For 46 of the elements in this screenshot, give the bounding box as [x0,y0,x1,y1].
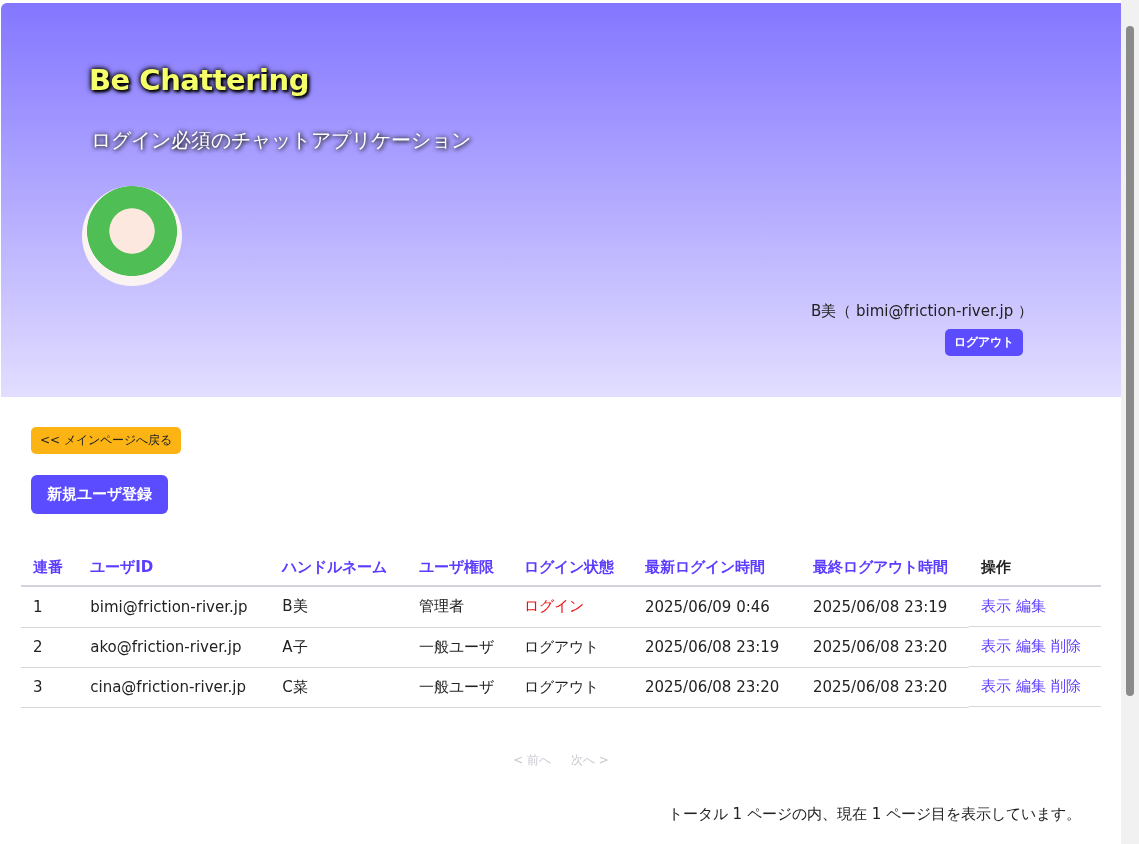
action-link[interactable]: 編集 [1016,677,1047,696]
app-title: Be Chattering [89,63,309,97]
sort-column-header[interactable]: ユーザ権限 [407,550,513,586]
table-cell: bimi@friction-river.jp [90,597,248,616]
table-cell: 1 [33,597,43,616]
table-cell: 2 [33,638,43,656]
column-header: 操作 [969,550,1101,586]
table-cell: 2025/06/08 23:20 [644,678,780,696]
table-cell: 管理者 [419,597,465,616]
login-status: ログイン [524,597,585,616]
page-info: トータル 1 ページの内、現在 1 ページ目を表示しています。 [666,804,1081,824]
action-link[interactable]: 表示 [981,597,1012,616]
sort-column-header[interactable]: ユーザID [78,550,271,586]
scrollbar[interactable] [1121,0,1139,844]
table-cell: C菜 [282,677,308,696]
table-cell: A子 [282,637,308,656]
sort-column-header[interactable]: ログイン状態 [512,550,633,586]
action-link[interactable]: 編集 [1016,637,1047,656]
back-button[interactable]: << メインページへ戻る [31,427,181,454]
table-cell: B美 [282,597,308,616]
table-cell: 2025/06/08 23:20 [812,678,948,696]
scrollbar-thumb[interactable] [1126,26,1134,696]
table-cell: 一般ユーザ [419,677,495,696]
table-cell: 一般ユーザ [419,637,495,656]
action-link[interactable]: 表示 [981,637,1012,656]
login-status: ログアウト [524,637,600,656]
table-cell: 3 [33,678,43,696]
new-user-button[interactable]: 新規ユーザ登録 [31,475,168,514]
sort-column-header[interactable]: 最新ログイン時間 [632,550,801,586]
action-link[interactable]: 削除 [1051,677,1082,696]
action-link[interactable]: 削除 [1051,637,1082,656]
app-subtitle: ログイン必須のチャットアプリケーション [91,127,472,154]
logout-button[interactable]: ログアウト [945,329,1023,356]
action-link[interactable]: 編集 [1016,597,1047,616]
action-link[interactable]: 表示 [981,677,1012,696]
sort-column-header[interactable]: 連番 [21,550,79,586]
table-cell: ako@friction-river.jp [90,638,242,656]
user-info: B美（ bimi@friction-river.jp ） [811,302,1033,321]
sort-column-header[interactable]: ハンドルネーム [270,550,408,586]
table-cell: 2025/06/08 23:19 [644,638,780,656]
login-status: ログアウト [524,677,600,696]
table-cell: cina@friction-river.jp [90,678,247,696]
table-cell: 2025/06/08 23:20 [812,638,948,656]
table-cell: 2025/06/08 23:19 [812,597,948,616]
table-cell: 2025/06/09 0:46 [644,597,770,616]
sort-column-header[interactable]: 最終ログアウト時間 [800,550,970,586]
